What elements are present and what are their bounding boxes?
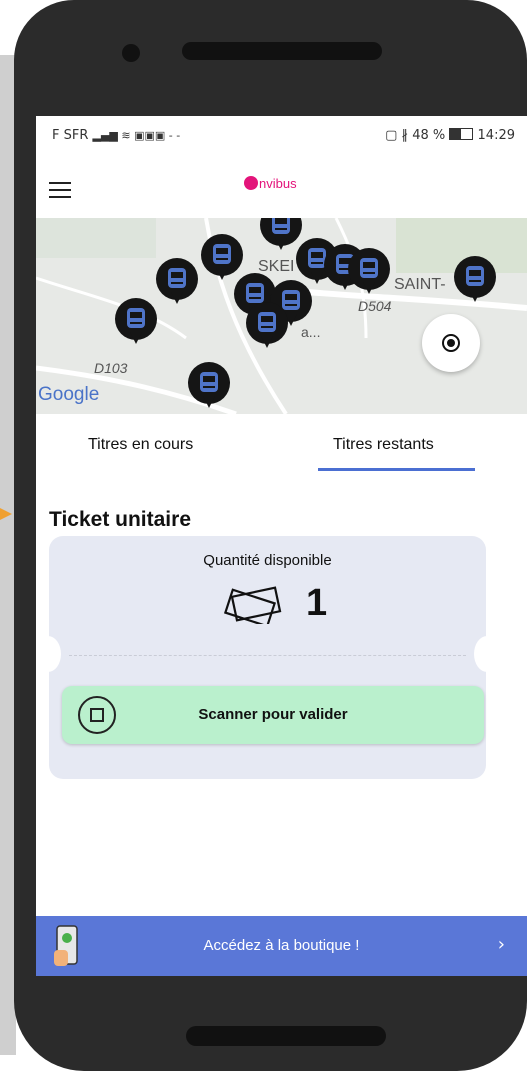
bus-icon bbox=[200, 372, 218, 392]
my-location-button[interactable] bbox=[422, 314, 480, 372]
map-view[interactable]: SKEI SAINT- D504 D103 a... Google bbox=[36, 218, 527, 414]
shop-banner[interactable]: Accédez à la boutique ! › bbox=[36, 916, 527, 976]
signal-icon: ▂▄▆ ≋ ▣▣▣ ‑ ‑ bbox=[92, 129, 181, 142]
front-camera bbox=[122, 44, 140, 62]
logo-mark-icon bbox=[244, 176, 258, 190]
app-logo: nvibus bbox=[244, 176, 297, 191]
bus-stop-pin[interactable] bbox=[454, 256, 496, 302]
scan-validate-button[interactable]: Scanner pour valider bbox=[62, 686, 484, 744]
quantity-label: Quantité disponible bbox=[203, 552, 332, 569]
carrier-label: F SFR bbox=[52, 128, 89, 143]
tab-titres-en-cours[interactable]: Titres en cours bbox=[88, 436, 193, 454]
phone-bottom-bar bbox=[186, 1026, 386, 1046]
app-screen: F SFR ▂▄▆ ≋ ▣▣▣ ‑ ‑ ▢ ∦ 48 % 14:29 nvibu… bbox=[36, 116, 527, 976]
map-label-d504: D504 bbox=[358, 298, 392, 314]
bus-icon bbox=[466, 266, 484, 286]
map-label-d103: D103 bbox=[94, 360, 128, 376]
bus-icon bbox=[272, 218, 290, 234]
bus-stop-pin[interactable] bbox=[156, 258, 198, 304]
ticket-card: Quantité disponible 1 Scanner pour valid… bbox=[36, 536, 500, 779]
shop-label: Accédez à la boutique ! bbox=[203, 937, 360, 954]
clock: 14:29 bbox=[477, 128, 515, 143]
battery-icon bbox=[449, 128, 474, 140]
bus-stop-pin[interactable] bbox=[348, 248, 390, 294]
bus-icon bbox=[168, 268, 186, 288]
quantity-value: 1 bbox=[306, 582, 328, 624]
tab-bar: Titres en cours Titres restants bbox=[36, 414, 527, 474]
google-attribution: Google bbox=[38, 384, 100, 405]
ticket-notch-left bbox=[36, 636, 61, 672]
bus-icon bbox=[127, 308, 145, 328]
active-tab-indicator bbox=[318, 468, 475, 471]
ticket-perforation bbox=[69, 655, 466, 656]
bus-icon bbox=[360, 258, 378, 278]
status-left: F SFR ▂▄▆ ≋ ▣▣▣ ‑ ‑ bbox=[52, 128, 180, 143]
bluetooth-icon: ∦ bbox=[401, 128, 409, 143]
logo-text: nvibus bbox=[259, 176, 297, 191]
app-bar: nvibus bbox=[36, 156, 527, 218]
battery-percent: 48 % bbox=[412, 128, 446, 143]
ticket-notch-right bbox=[474, 636, 500, 672]
map-label-place: a... bbox=[301, 324, 321, 340]
bus-stop-pin[interactable] bbox=[115, 298, 157, 344]
bus-stop-pin[interactable] bbox=[188, 362, 230, 408]
bus-stop-pin[interactable] bbox=[246, 302, 288, 348]
status-right: ▢ ∦ 48 % 14:29 bbox=[385, 128, 515, 143]
bus-icon bbox=[246, 283, 264, 303]
map-label-saint: SAINT- bbox=[394, 276, 446, 293]
annotation-arrow bbox=[0, 508, 12, 520]
section-title: Ticket unitaire bbox=[49, 508, 191, 531]
tab-titres-restants[interactable]: Titres restants bbox=[333, 436, 434, 454]
bus-icon bbox=[213, 244, 231, 264]
bus-icon bbox=[258, 312, 276, 332]
status-bar: F SFR ▂▄▆ ≋ ▣▣▣ ‑ ‑ ▢ ∦ 48 % 14:29 bbox=[36, 116, 527, 156]
ticket-icon bbox=[224, 586, 282, 624]
hamburger-menu-icon[interactable] bbox=[49, 182, 71, 198]
earpiece-speaker bbox=[182, 42, 382, 60]
chevron-right-icon: › bbox=[497, 934, 505, 955]
location-dot bbox=[447, 339, 455, 347]
nfc-icon: ▢ bbox=[385, 128, 398, 143]
scan-button-label: Scanner pour valider bbox=[198, 706, 348, 723]
